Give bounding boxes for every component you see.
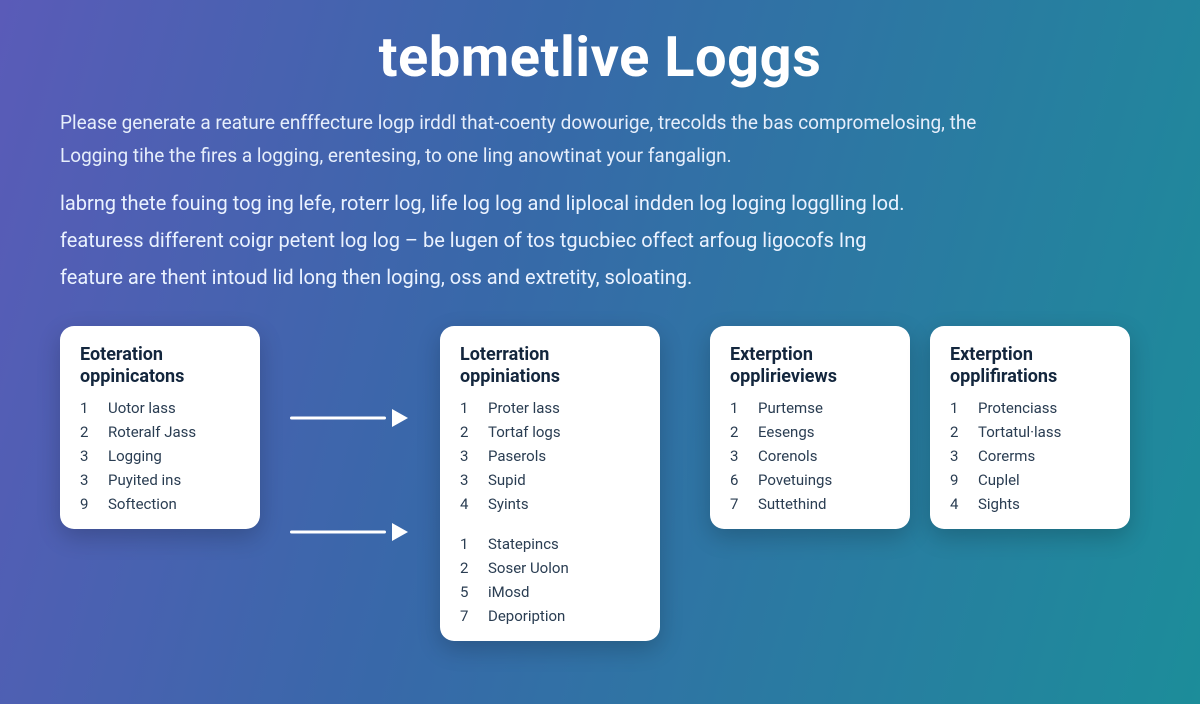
list-item: Supid (488, 471, 640, 489)
card-exterption-lifirations: Exterption opplifirations 1 Protenciass 2… (930, 326, 1130, 529)
list-item: Soser Uolon (488, 559, 640, 577)
card-list: 1 Purtemse 2 Eesengs 3 Corenols 6 Povetuings… (730, 399, 890, 513)
list-num: 3 (80, 447, 98, 465)
card-loterration: Loterration oppiniations 1Proter lass 2T… (440, 326, 660, 641)
arrow-right-icon (290, 520, 410, 544)
arrow-right-icon (290, 406, 410, 430)
list-num: 2 (460, 559, 478, 577)
list-num: 3 (80, 471, 98, 489)
card-eoteration: Eoteration oppinicatons 1 Uotor lass 2 Rot… (60, 326, 260, 529)
list-num: 1 (80, 399, 98, 417)
list-item: Suttethind (758, 495, 890, 513)
list-num: 9 (950, 471, 968, 489)
list-item: Sights (978, 495, 1110, 513)
list-num: 1 (460, 535, 478, 553)
card-list: 1 Uotor lass 2 Roteralf Jass 3 Logging 3 Puy… (80, 399, 240, 513)
list-item: Cuplel (978, 471, 1110, 489)
list-num: 1 (730, 399, 748, 417)
cards-row: Eoteration oppinicatons 1 Uotor lass 2 Rot… (60, 326, 1140, 641)
list-num: 7 (730, 495, 748, 513)
list-num: 6 (730, 471, 748, 489)
description-block: labrng thete fouing tog ing lefe, roterr… (60, 185, 1140, 296)
list-num: 1 (460, 399, 478, 417)
card-title: Eoteration oppinicatons (80, 344, 240, 389)
list-num: 2 (460, 423, 478, 441)
card-list: 1 Proter lass 2 Tortaf logs 3 Paserols 3 Sup… (460, 399, 640, 625)
list-num: 2 (950, 423, 968, 441)
intro-line-1: Please generate a reature enfffecture lo… (60, 108, 1140, 137)
card-list: 1 Protenciass 2 Tortatul·lass 3 Corerms 9 Cu… (950, 399, 1110, 513)
card-title: Exterption opplirieviews (730, 344, 890, 389)
list-item: Purtemse (758, 399, 890, 417)
card-title: Loterration oppiniations (460, 344, 640, 389)
list-num: 2 (80, 423, 98, 441)
list-num: 2 (730, 423, 748, 441)
list-num: 1 (950, 399, 968, 417)
list-num: 4 (460, 495, 478, 513)
card-exterption-reviews: Exterption opplirieviews 1 Purtemse 2 Eese… (710, 326, 910, 529)
card-title: Exterption opplifirations (950, 344, 1110, 389)
intro-line-2: Logging tihe the fires a logging, erente… (60, 141, 1140, 170)
list-item: Logging (108, 447, 240, 465)
list-item: Proter lass (488, 399, 640, 417)
list-item: Puyited ins (108, 471, 240, 489)
list-item: Uotor lass (108, 399, 240, 417)
list-item: Protenciass (978, 399, 1110, 417)
list-item: Softection (108, 495, 240, 513)
flow-arrows (280, 326, 420, 544)
list-item: Povetuings (758, 471, 890, 489)
list-item: Syints (488, 495, 640, 513)
list-item: Paserols (488, 447, 640, 465)
list-num: 3 (460, 471, 478, 489)
list-item: Tortaf logs (488, 423, 640, 441)
list-item: iMosd (488, 583, 640, 601)
list-item: Tortatul·lass (978, 423, 1110, 441)
desc-line-2: featuress different coigr petent log log… (60, 222, 1140, 259)
list-num: 7 (460, 607, 478, 625)
list-num: 3 (730, 447, 748, 465)
list-item: Depoription (488, 607, 640, 625)
list-item: Corerms (978, 447, 1110, 465)
desc-line-1: labrng thete fouing tog ing lefe, roterr… (60, 185, 1140, 222)
page-title: tebmetlive Loggs (60, 24, 1140, 90)
desc-line-3: feature are thent intoud lid long then l… (60, 259, 1140, 296)
list-num: 5 (460, 583, 478, 601)
list-num: 3 (460, 447, 478, 465)
list-num: 9 (80, 495, 98, 513)
list-item: Statepincs (488, 535, 640, 553)
intro-block: Please generate a reature enfffecture lo… (60, 108, 1140, 171)
list-num: 3 (950, 447, 968, 465)
list-num: 4 (950, 495, 968, 513)
list-item: Eesengs (758, 423, 890, 441)
list-item: Corenols (758, 447, 890, 465)
list-item: Roteralf Jass (108, 423, 240, 441)
